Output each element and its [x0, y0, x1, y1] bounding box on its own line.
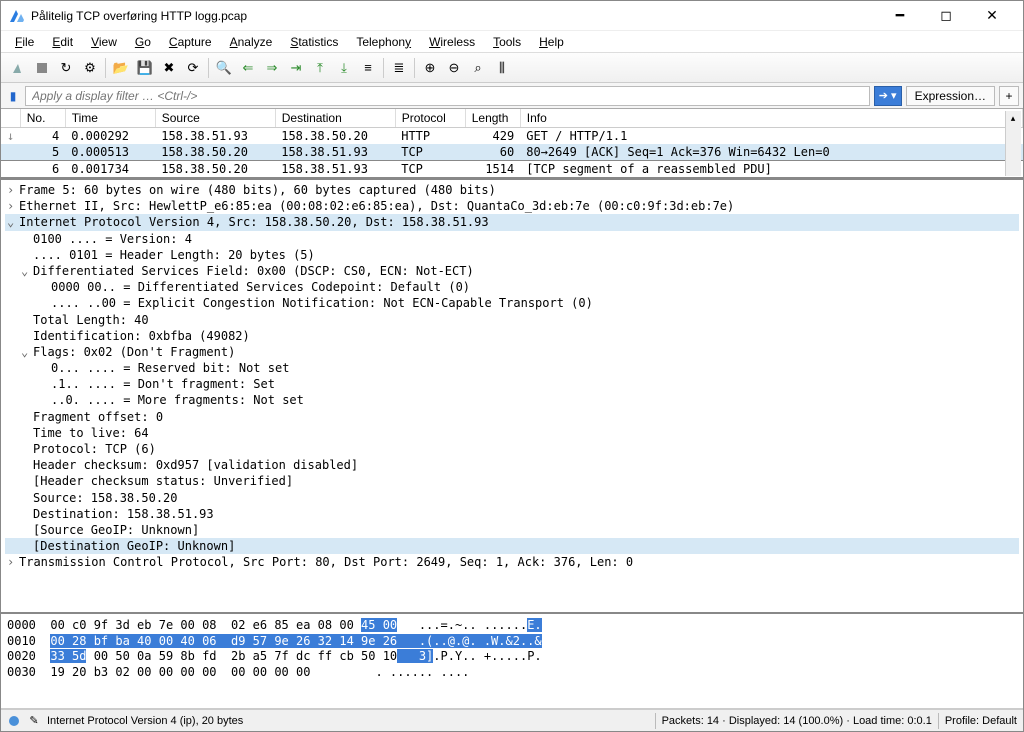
window-title: Pålitelig TCP overføring HTTP logg.pcap	[31, 9, 877, 23]
close-button[interactable]: ✕	[969, 2, 1015, 30]
col-destination[interactable]: Destination	[275, 109, 395, 128]
menu-go[interactable]: Go	[127, 33, 159, 51]
close-file-icon[interactable]: ✖	[158, 57, 180, 79]
maximize-button[interactable]: ◻	[923, 2, 969, 30]
resize-columns-icon[interactable]: ⫼	[491, 57, 513, 79]
zoom-reset-icon[interactable]: ⌕	[467, 57, 489, 79]
tree-leaf[interactable]: [Destination GeoIP: Unknown]	[5, 538, 1019, 554]
autoscroll-icon[interactable]: ≡	[357, 57, 379, 79]
tree-leaf[interactable]: 0... .... = Reserved bit: Not set	[5, 360, 1019, 376]
packet-row-selected[interactable]: 5 0.000513 158.38.50.20 158.38.51.93 TCP…	[1, 144, 1023, 161]
prev-icon[interactable]: ⇐	[237, 57, 259, 79]
tree-leaf[interactable]: Destination: 158.38.51.93	[5, 506, 1019, 522]
status-main: Internet Protocol Version 4 (ip), 20 byt…	[47, 715, 649, 727]
menu-file[interactable]: File	[7, 33, 42, 51]
col-no[interactable]: No.	[20, 109, 65, 128]
col-time[interactable]: Time	[65, 109, 155, 128]
menubar: File Edit View Go Capture Analyze Statis…	[1, 31, 1023, 53]
tree-item-selected[interactable]: ⌄Internet Protocol Version 4, Src: 158.3…	[5, 214, 1019, 230]
tree-leaf[interactable]: Time to live: 64	[5, 425, 1019, 441]
tree-item[interactable]: ›Transmission Control Protocol, Src Port…	[5, 554, 1019, 570]
tree-leaf[interactable]: [Header checksum status: Unverified]	[5, 473, 1019, 489]
shark-fin-icon[interactable]	[7, 57, 29, 79]
next-icon[interactable]: ⇒	[261, 57, 283, 79]
reload-icon[interactable]: ⟳	[182, 57, 204, 79]
hex-row[interactable]: 0020 33 5d 00 50 0a 59 8b fd 2b a5 7f dc…	[7, 649, 1017, 665]
save-icon[interactable]: 💾	[134, 57, 156, 79]
filter-bar: ▮ ➔ ▾ Expression… +	[1, 83, 1023, 109]
app-icon	[9, 8, 25, 24]
menu-help[interactable]: Help	[531, 33, 572, 51]
packet-list-scrollbar[interactable]: ▴	[1005, 111, 1021, 176]
zoom-in-icon[interactable]: ⊕	[419, 57, 441, 79]
titlebar: Pålitelig TCP overføring HTTP logg.pcap …	[1, 1, 1023, 31]
bookmark-icon[interactable]: ▮	[5, 88, 21, 104]
tree-leaf[interactable]: ..0. .... = More fragments: Not set	[5, 392, 1019, 408]
status-packets: Packets: 14 · Displayed: 14 (100.0%) · L…	[662, 715, 932, 727]
tree-leaf[interactable]: [Source GeoIP: Unknown]	[5, 522, 1019, 538]
tree-item[interactable]: ⌄Differentiated Services Field: 0x00 (DS…	[5, 263, 1019, 279]
statusbar: ✎ Internet Protocol Version 4 (ip), 20 b…	[1, 709, 1023, 731]
options-icon[interactable]: ⚙	[79, 57, 101, 79]
zoom-out-icon[interactable]: ⊖	[443, 57, 465, 79]
expression-button[interactable]: Expression…	[906, 86, 995, 106]
tree-leaf[interactable]: .... ..00 = Explicit Congestion Notifica…	[5, 295, 1019, 311]
packet-row[interactable]: 6 0.001734 158.38.50.20 158.38.51.93 TCP…	[1, 161, 1023, 178]
tree-item[interactable]: ⌄Flags: 0x02 (Don't Fragment)	[5, 344, 1019, 360]
restart-icon[interactable]: ↻	[55, 57, 77, 79]
window-controls: ━ ◻ ✕	[877, 2, 1015, 30]
menu-telephony[interactable]: Telephony	[348, 33, 419, 51]
goto-icon[interactable]: ⇥	[285, 57, 307, 79]
menu-analyze[interactable]: Analyze	[222, 33, 281, 51]
col-source[interactable]: Source	[155, 109, 275, 128]
hex-row[interactable]: 0030 19 20 b3 02 00 00 00 00 00 00 00 00…	[7, 665, 1017, 681]
packet-list-header: No. Time Source Destination Protocol Len…	[1, 109, 1023, 128]
apply-filter-button[interactable]: ➔ ▾	[874, 86, 902, 106]
hex-row[interactable]: 0000 00 c0 9f 3d eb 7e 00 08 02 e6 85 ea…	[7, 618, 1017, 634]
menu-capture[interactable]: Capture	[161, 33, 220, 51]
hex-row[interactable]: 0010 00 28 bf ba 40 00 40 06 d9 57 9e 26…	[7, 634, 1017, 650]
expert-info-icon[interactable]	[7, 714, 21, 728]
col-length[interactable]: Length	[465, 109, 520, 128]
menu-wireless[interactable]: Wireless	[421, 33, 483, 51]
edit-icon[interactable]: ✎	[27, 714, 41, 728]
col-protocol[interactable]: Protocol	[395, 109, 465, 128]
display-filter-input[interactable]	[25, 86, 870, 106]
tree-leaf[interactable]: .... 0101 = Header Length: 20 bytes (5)	[5, 247, 1019, 263]
packet-list-pane: No. Time Source Destination Protocol Len…	[1, 109, 1023, 180]
menu-edit[interactable]: Edit	[44, 33, 81, 51]
tree-leaf[interactable]: Identification: 0xbfba (49082)	[5, 328, 1019, 344]
last-icon[interactable]: ⤓	[333, 57, 355, 79]
open-icon[interactable]: 📂	[110, 57, 132, 79]
hex-dump-pane[interactable]: 0000 00 c0 9f 3d eb 7e 00 08 02 e6 85 ea…	[1, 614, 1023, 709]
toolbar: ↻ ⚙ 📂 💾 ✖ ⟳ 🔍 ⇐ ⇒ ⇥ ⤒ ⤓ ≡ ≣ ⊕ ⊖ ⌕ ⫼	[1, 53, 1023, 83]
menu-statistics[interactable]: Statistics	[282, 33, 346, 51]
tree-item[interactable]: ›Ethernet II, Src: HewlettP_e6:85:ea (00…	[5, 198, 1019, 214]
find-icon[interactable]: 🔍	[213, 57, 235, 79]
tree-leaf[interactable]: Header checksum: 0xd957 [validation disa…	[5, 457, 1019, 473]
tree-leaf[interactable]: Source: 158.38.50.20	[5, 490, 1019, 506]
tree-leaf[interactable]: 0100 .... = Version: 4	[5, 231, 1019, 247]
menu-view[interactable]: View	[83, 33, 125, 51]
tree-leaf[interactable]: .1.. .... = Don't fragment: Set	[5, 376, 1019, 392]
add-filter-button[interactable]: +	[999, 86, 1019, 106]
stop-icon[interactable]	[31, 57, 53, 79]
col-info[interactable]: Info	[520, 109, 1022, 128]
tree-leaf[interactable]: Fragment offset: 0	[5, 409, 1019, 425]
tree-item[interactable]: ›Frame 5: 60 bytes on wire (480 bits), 6…	[5, 182, 1019, 198]
tree-leaf[interactable]: Protocol: TCP (6)	[5, 441, 1019, 457]
tree-leaf[interactable]: Total Length: 40	[5, 312, 1019, 328]
status-profile[interactable]: Profile: Default	[945, 715, 1017, 727]
menu-tools[interactable]: Tools	[485, 33, 529, 51]
minimize-button[interactable]: ━	[877, 2, 923, 30]
packet-details-pane[interactable]: ›Frame 5: 60 bytes on wire (480 bits), 6…	[1, 180, 1023, 614]
tree-leaf[interactable]: 0000 00.. = Differentiated Services Code…	[5, 279, 1019, 295]
first-icon[interactable]: ⤒	[309, 57, 331, 79]
packet-row[interactable]: ↓ 4 0.000292 158.38.51.93 158.38.50.20 H…	[1, 128, 1023, 145]
colorize-icon[interactable]: ≣	[388, 57, 410, 79]
